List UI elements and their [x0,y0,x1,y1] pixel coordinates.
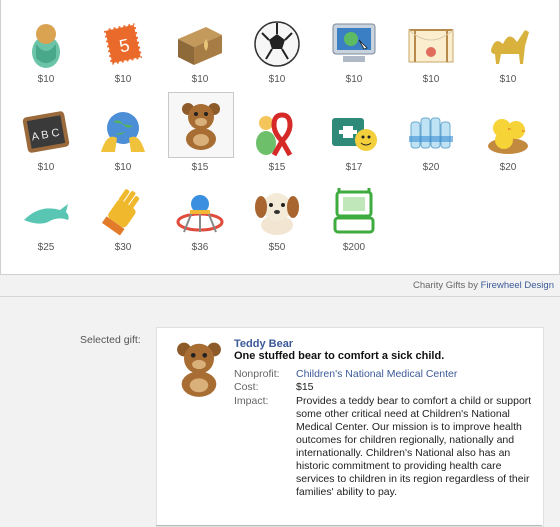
nonprofit-label: Nonprofit: [234,368,280,380]
hands-globe-icon [95,104,151,160]
cost-label: Cost: [234,381,259,393]
laptop-icon [326,184,382,240]
gift-tile-crate[interactable]: $10 [164,8,236,85]
fleur-de-lis-crate-icon [172,16,228,72]
playground-icon [172,184,228,240]
gift-price: $25 [37,242,55,253]
gift-price: $10 [268,74,286,85]
chalkboard-icon: A B C [18,104,74,160]
gift-price: $30 [114,242,132,253]
teddy-bear-icon [168,92,234,158]
gift-tile-puppy[interactable]: $50 [241,176,313,253]
gift-tile-ribbon[interactable]: $15 [241,96,313,173]
gift-tile-globe[interactable]: $10 [87,96,159,173]
gift-price: $20 [422,162,440,173]
gift-price: $10 [422,74,440,85]
gift-tile-dolphin[interactable]: $25 [10,176,82,253]
selected-gift-card: Teddy Bear One stuffed bear to comfort a… [156,327,544,527]
gift-price: $36 [191,242,209,253]
stamp-icon: 5 [95,16,151,72]
gift-price: $15 [191,162,209,173]
impact-label: Impact: [234,395,269,407]
computer-icon [326,16,382,72]
gift-tile-soccer[interactable]: $10 [241,8,313,85]
gift-price: $10 [114,74,132,85]
mosquito-net-icon [403,16,459,72]
dolphin-icon [18,184,74,240]
gift-price: $10 [37,74,55,85]
gift-tile-laptop[interactable]: $200 [318,176,390,253]
water-bottles-icon [403,104,459,160]
glove-icon [95,184,151,240]
gift-tile-chicks[interactable]: $20 [472,96,544,173]
chicks-icon [480,104,536,160]
gift-tile-stamp[interactable]: 5 $10 [87,8,159,85]
gift-tile-first-aid[interactable]: $17 [318,96,390,173]
gift-name-link[interactable]: Teddy Bear [234,338,293,350]
gift-price: $20 [499,162,517,173]
gift-grid-panel: $10 5 $10 $10 $10 $10 $10 $10 A B C $10 … [0,0,560,275]
gift-tile-net[interactable]: $10 [395,8,467,85]
camel-icon [480,16,536,72]
gift-price: $10 [37,162,55,173]
nonprofit-link[interactable]: Children's National Medical Center [296,368,534,381]
gift-price: $10 [345,74,363,85]
selected-gift-label: Selected gift: [80,334,141,346]
red-ribbon-icon [249,104,305,160]
gift-tile-water[interactable]: $20 [395,96,467,173]
teddy-bear-icon [169,338,229,398]
credit-prefix: Charity Gifts by [413,280,478,291]
soccer-ball-icon [249,16,305,72]
puppy-icon [249,184,305,240]
gift-price: $50 [268,242,286,253]
gift-tile-chalkboard[interactable]: A B C $10 [10,96,82,173]
gift-tile-playground[interactable]: $36 [164,176,236,253]
charity-gifts-credit: Charity Gifts by Firewheel Design [413,280,554,291]
swaddled-baby-icon [18,16,74,72]
gift-price: $10 [191,74,209,85]
firewheel-design-link[interactable]: Firewheel Design [481,280,554,291]
section-divider [0,296,560,297]
gift-price: $15 [268,162,286,173]
gift-tile-baby[interactable]: $10 [10,8,82,85]
gift-price: $10 [114,162,132,173]
gift-tile-camel[interactable]: $10 [472,8,544,85]
gift-tile-teddy-bear[interactable]: $15 [164,92,236,173]
gift-price: $200 [342,242,366,253]
impact-text: Provides a teddy bear to comfort a child… [296,395,532,498]
gift-tagline: One stuffed bear to comfort a sick child… [234,350,445,362]
cost-value: $15 [296,381,314,393]
gift-price: $10 [499,74,517,85]
gift-tile-computer[interactable]: $10 [318,8,390,85]
first-aid-kit-icon [326,104,382,160]
gift-tile-glove[interactable]: $30 [87,176,159,253]
gift-price: $17 [345,162,363,173]
